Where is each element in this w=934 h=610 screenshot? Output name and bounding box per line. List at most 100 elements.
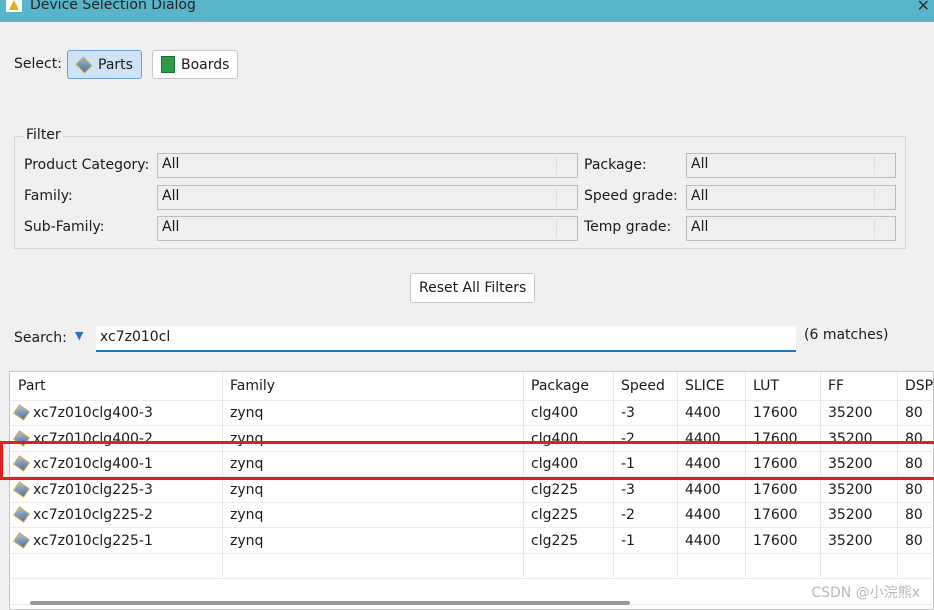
parts-label: Parts [98, 56, 133, 73]
table-cell: clg225 [531, 533, 578, 549]
cell-speed: -1 [621, 532, 635, 549]
table-cell: -3 [621, 405, 635, 421]
horizontal-scrollbar[interactable] [30, 601, 630, 605]
table-row[interactable]: xc7z010clg400-3 zynq clg400 -3 4400 17600 3520… [10, 401, 934, 426]
column-header-speed[interactable]: Speed [621, 378, 665, 394]
cell-package: clg225 [531, 507, 579, 523]
vivado-logo-icon [6, 0, 22, 12]
match-count: (6 matches) [804, 327, 889, 343]
cell-package: clg400 [531, 405, 579, 421]
table-cell: 4400 [685, 482, 721, 498]
cell-dsp: 80 [905, 507, 923, 523]
column-header-ff[interactable]: FF [828, 378, 844, 394]
sub-family-label: Sub-Family: [24, 219, 105, 235]
table-cell: 80 [905, 507, 923, 523]
cell-family: zynq [230, 405, 264, 421]
table-cell: 4400 [685, 507, 721, 523]
parts-table: Part Family Package Speed SLICE LUT FF DSP xc7z… [9, 371, 934, 610]
cell-lut: 17600 [753, 405, 798, 421]
select-label: Select: [14, 56, 62, 72]
table-cell: zynq [230, 507, 263, 523]
cell-dsp: 80 [905, 532, 923, 549]
cell-part: xc7z010clg225-3 [33, 481, 153, 498]
cell-part: xc7z010clg400-3 [33, 405, 153, 421]
cell-part: xc7z010clg225-2 [33, 507, 153, 523]
column-header-dsp[interactable]: DSP [905, 378, 933, 394]
cell-family: zynq [230, 481, 264, 498]
cell-slice: 4400 [685, 481, 721, 498]
cell-speed: -3 [621, 405, 635, 421]
table-cell: 17600 [753, 533, 798, 549]
chip-icon [75, 56, 93, 73]
table-row[interactable]: xc7z010clg225-2 zynq clg225 -2 4400 17600 3520… [10, 503, 934, 528]
table-cell: clg225 [531, 507, 578, 523]
cell-family: zynq [230, 532, 264, 549]
window-title: Device Selection Dialog [30, 0, 196, 13]
cell-part: xc7z010clg225-1 [33, 532, 153, 549]
table-cell: 4400 [685, 533, 721, 549]
column-header-package[interactable]: Package [531, 378, 589, 394]
table-cell: 80 [905, 482, 923, 498]
product-category-label: Product Category: [24, 157, 150, 173]
cell-speed: -3 [621, 481, 635, 498]
cell-ff: 35200 [828, 405, 873, 421]
column-header-family[interactable]: Family [230, 378, 275, 394]
part-chip-icon [13, 480, 30, 498]
temp-grade-combo[interactable]: All [686, 216, 896, 241]
table-cell: 80 [905, 533, 923, 549]
table-cell: 80 [905, 405, 923, 421]
table-cell: xc7z010clg225-1 [13, 531, 153, 549]
table-cell: xc7z010clg225-3 [13, 480, 153, 498]
cell-family: zynq [230, 507, 264, 523]
highlight-box [0, 441, 934, 480]
table-cell: xc7z010clg225-2 [13, 506, 153, 523]
watermark: CSDN @小浣熊x [811, 585, 920, 601]
package-label: Package: [584, 157, 647, 173]
speed-grade-label: Speed grade: [584, 188, 678, 204]
filter-legend: Filter [24, 127, 63, 143]
cell-slice: 4400 [685, 405, 721, 421]
cell-dsp: 80 [905, 405, 923, 421]
table-row[interactable]: xc7z010clg225-3 zynq clg225 -3 4400 17600 3520… [10, 478, 934, 503]
table-cell: xc7z010clg400-3 [13, 404, 153, 421]
column-header-slice[interactable]: SLICE [685, 378, 724, 394]
speed-grade-combo[interactable]: All [686, 185, 896, 210]
table-cell: -3 [621, 482, 635, 498]
table-cell: clg225 [531, 482, 578, 498]
family-label: Family: [24, 188, 73, 204]
package-combo[interactable]: All [686, 153, 896, 178]
table-cell: 35200 [828, 533, 873, 549]
search-dropdown-icon[interactable]: ▼ [75, 329, 83, 342]
close-icon[interactable]: ✕ [917, 0, 930, 15]
table-cell: -1 [621, 533, 635, 549]
part-chip-icon [13, 506, 30, 523]
sub-family-combo[interactable]: All [157, 216, 578, 241]
family-combo[interactable]: All [157, 185, 578, 210]
cell-ff: 35200 [828, 532, 873, 549]
boards-button[interactable]: Boards [152, 50, 239, 79]
table-cell: -2 [621, 507, 635, 523]
table-row[interactable]: xc7z010clg225-1 zynq clg225 -1 4400 17600 3520… [10, 529, 934, 554]
table-cell: 17600 [753, 405, 798, 421]
column-header-lut[interactable]: LUT [753, 378, 779, 394]
part-chip-icon [13, 531, 30, 549]
search-label: Search: [14, 330, 67, 346]
table-cell: 17600 [753, 507, 798, 523]
table-cell: 35200 [828, 482, 873, 498]
product-category-combo[interactable]: All [157, 153, 578, 178]
empty-row [10, 554, 934, 579]
reset-all-filters-button[interactable]: Reset All Filters [410, 273, 536, 303]
cell-lut: 17600 [753, 507, 798, 523]
search-input[interactable]: xc7z010cl [96, 326, 796, 352]
cell-slice: 4400 [685, 507, 721, 523]
table-cell: 35200 [828, 405, 873, 421]
board-icon [161, 56, 175, 73]
part-chip-icon [13, 404, 30, 421]
temp-grade-label: Temp grade: [584, 219, 672, 235]
parts-button[interactable]: Parts [67, 50, 142, 79]
cell-package: clg225 [531, 481, 579, 498]
table-cell: clg400 [531, 405, 578, 421]
cell-slice: 4400 [685, 532, 721, 549]
title-bar: Device Selection Dialog ✕ [0, 0, 934, 22]
column-header-part[interactable]: Part [18, 378, 46, 394]
